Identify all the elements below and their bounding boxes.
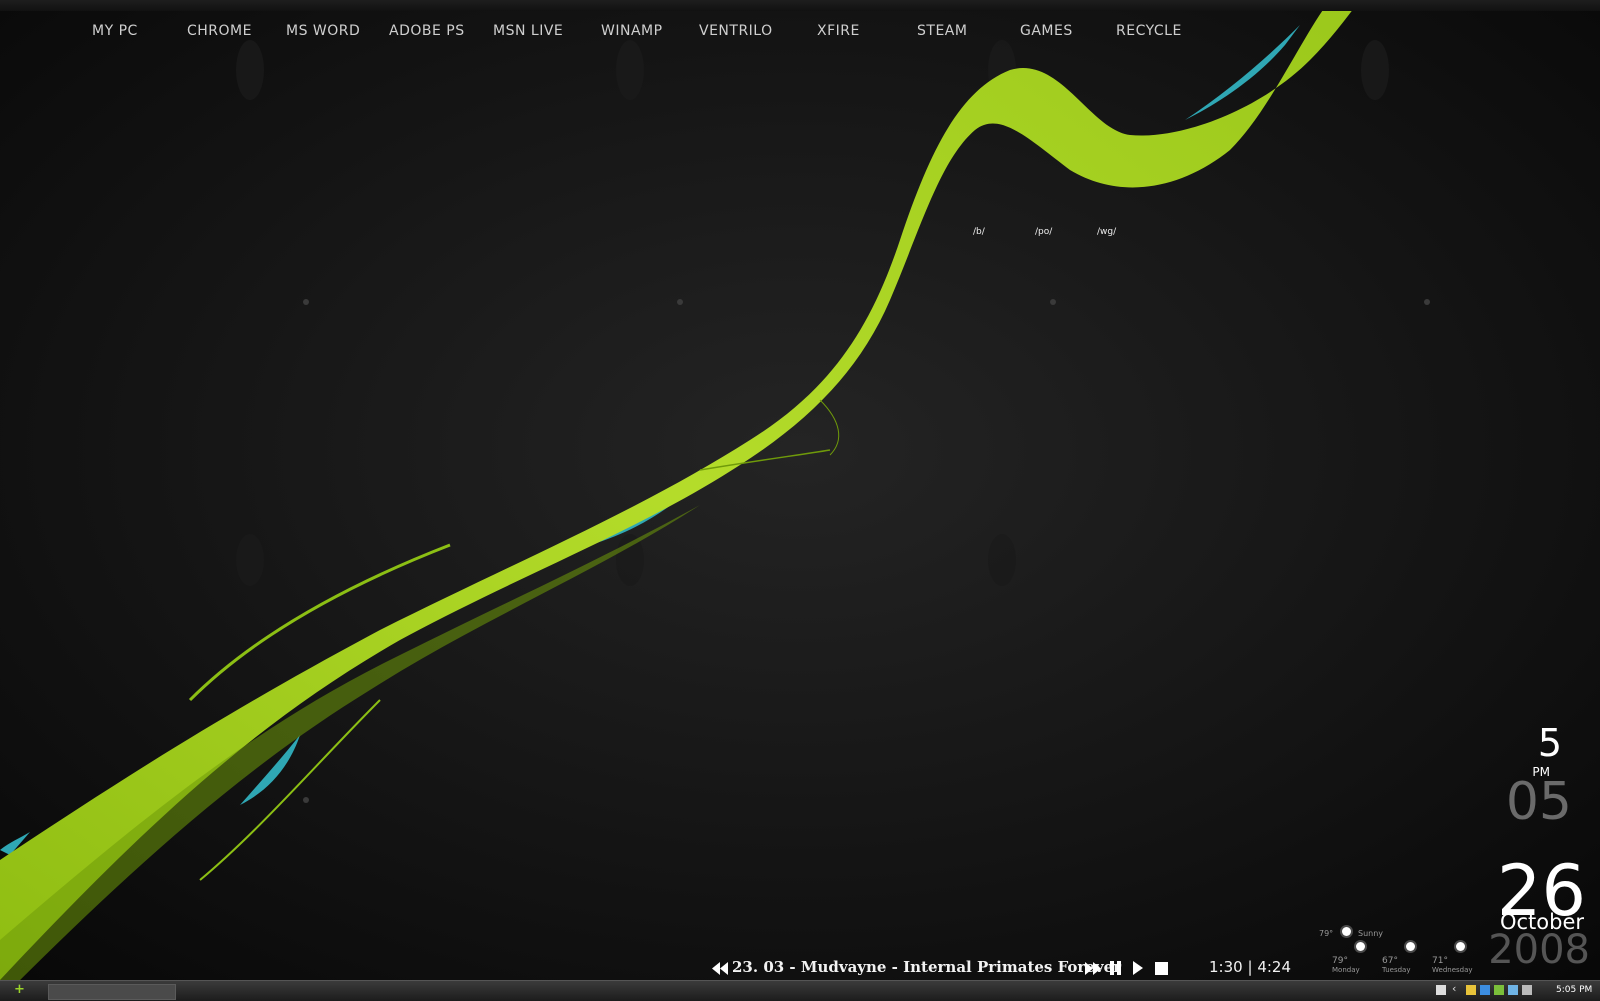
current-temp: 79° <box>1319 929 1334 938</box>
launcher-item-msn-live[interactable]: MSN LIVE <box>493 23 563 39</box>
network-icon[interactable] <box>1466 985 1476 995</box>
forecast-temp: 71° <box>1432 956 1448 966</box>
clock-widget: 5 PM 05 26 October 2008 <box>1460 0 1600 1000</box>
tray-clock[interactable]: 5:05 PM <box>1556 985 1592 995</box>
pause-icon[interactable] <box>1110 961 1122 979</box>
launcher-item-winamp[interactable]: WINAMP <box>601 23 663 39</box>
total-time: 4:24 <box>1257 958 1291 976</box>
clock-hour: 5 <box>1537 721 1562 765</box>
time-separator: | <box>1247 958 1253 976</box>
launcher-item-adobe-ps[interactable]: ADOBE PS <box>389 23 465 39</box>
board-link-po[interactable]: /po/ <box>1035 227 1052 237</box>
track-time: 1:30 | 4:24 <box>1209 958 1291 976</box>
sun-icon <box>1342 927 1351 936</box>
forecast-tuesday: 67° Tuesday <box>1382 942 1422 974</box>
taskbar: + ‹ 5:05 PM <box>0 980 1600 1001</box>
board-link-wg[interactable]: /wg/ <box>1097 227 1116 237</box>
start-orb-icon[interactable]: + <box>14 982 25 997</box>
forecast-temp: 79° <box>1332 956 1348 966</box>
sun-icon <box>1456 942 1465 951</box>
help-icon[interactable] <box>1436 985 1446 995</box>
media-player: 23. 03 - Mudvayne - Internal Primates Fo… <box>710 958 1310 980</box>
tray-arrow-icon[interactable]: ‹ <box>1452 982 1456 995</box>
launcher-item-chrome[interactable]: CHROME <box>187 23 252 39</box>
forecast-day: Monday <box>1332 966 1360 974</box>
volume-icon[interactable] <box>1522 985 1532 995</box>
current-condition: Sunny <box>1358 929 1384 938</box>
taskbar-task-area[interactable] <box>48 984 176 1000</box>
elapsed-time: 1:30 <box>1209 958 1243 976</box>
next-icon[interactable] <box>1085 961 1101 979</box>
clock-minute: 05 <box>1505 772 1572 832</box>
launcher-item-recycle[interactable]: RECYCLE <box>1116 23 1182 39</box>
forecast-temp: 67° <box>1382 956 1398 966</box>
launcher-item-ventrilo[interactable]: VENTRILO <box>699 23 773 39</box>
forecast-monday: 79° Monday <box>1332 942 1372 974</box>
play-icon[interactable] <box>1133 961 1143 979</box>
top-edge-bar <box>0 0 1600 11</box>
launcher-item-games[interactable]: GAMES <box>1020 23 1073 39</box>
date-year: 2008 <box>1488 927 1590 973</box>
forecast-day: Tuesday <box>1382 966 1411 974</box>
forecast-wednesday: 71° Wednesday <box>1432 942 1473 974</box>
forecast-day: Wednesday <box>1432 966 1473 974</box>
board-link-b[interactable]: /b/ <box>973 227 985 237</box>
launcher-item-ms-word[interactable]: MS WORD <box>286 23 360 39</box>
monitor-icon[interactable] <box>1508 985 1518 995</box>
weather-widget: 79° Sunny 79° Monday 67° Tuesday 71° Wed… <box>1318 922 1478 974</box>
track-title: 23. 03 - Mudvayne - Internal Primates Fo… <box>732 958 1122 976</box>
launcher-item-xfire[interactable]: XFIRE <box>817 23 860 39</box>
launcher-item-my-pc[interactable]: MY PC <box>92 23 138 39</box>
update-icon[interactable] <box>1480 985 1490 995</box>
previous-icon[interactable] <box>712 961 728 979</box>
desktop-wallpaper <box>0 0 1600 1000</box>
launcher-item-steam[interactable]: STEAM <box>917 23 967 39</box>
sun-icon <box>1406 942 1415 951</box>
sun-icon <box>1356 942 1365 951</box>
stop-icon[interactable] <box>1155 961 1168 979</box>
messenger-icon[interactable] <box>1494 985 1504 995</box>
